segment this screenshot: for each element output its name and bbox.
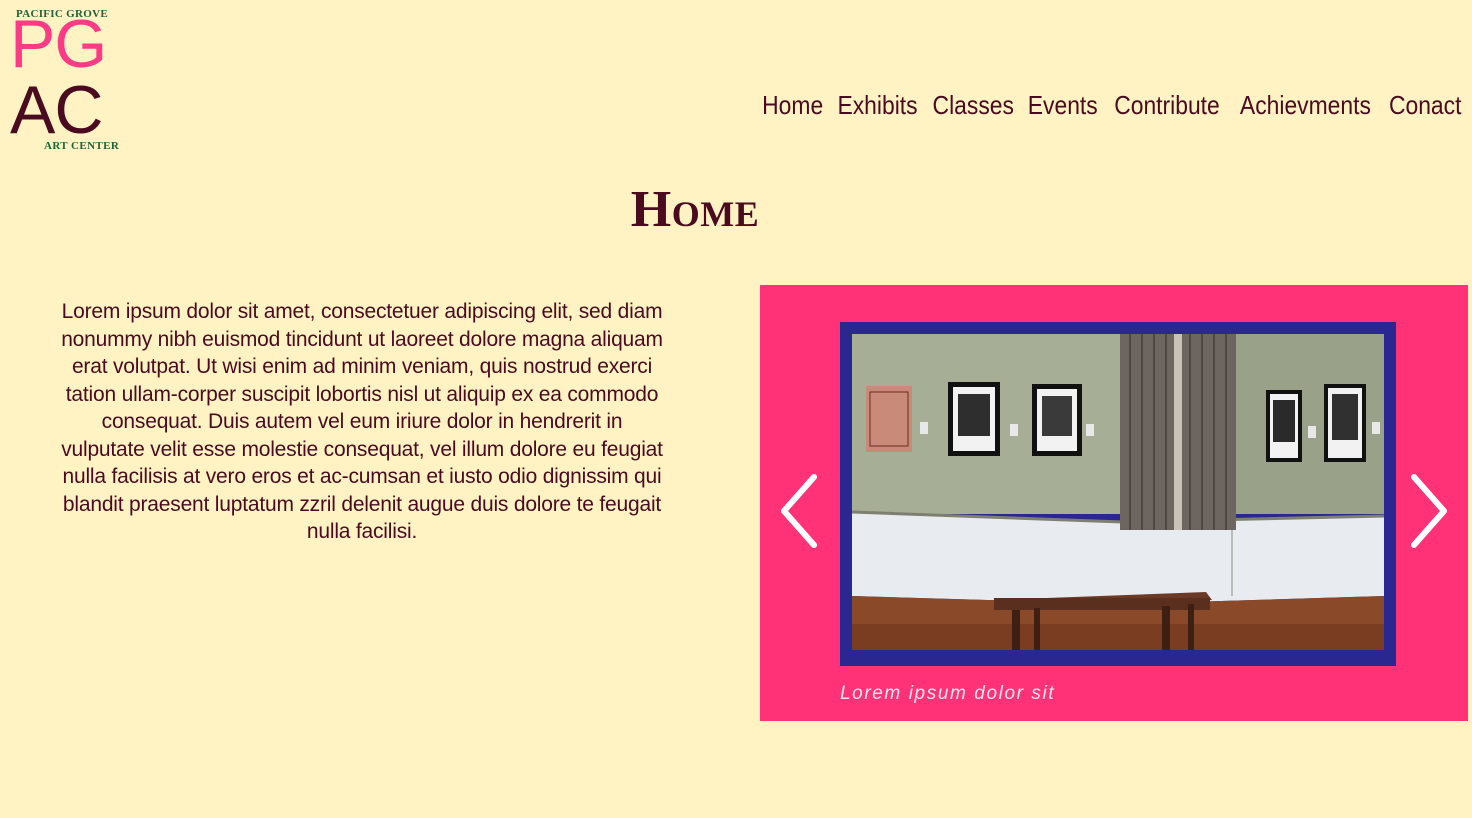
- page-title: Home: [630, 181, 760, 238]
- carousel-prev-button[interactable]: [774, 471, 822, 551]
- site-logo[interactable]: PACIFIC GROVE PG AC ART CENTER: [10, 6, 132, 156]
- logo-ac: AC: [10, 72, 103, 148]
- carousel-next-button[interactable]: [1406, 471, 1454, 551]
- nav-contribute[interactable]: Contribute: [1114, 90, 1220, 121]
- logo-bottom-text: ART CENTER: [44, 140, 120, 152]
- nav-exhibits[interactable]: Exhibits: [837, 90, 917, 121]
- nav-conact[interactable]: Conact: [1389, 90, 1462, 121]
- logo-pg: PG: [10, 6, 107, 82]
- carousel-frame: [840, 322, 1396, 666]
- chevron-right-icon: [1411, 474, 1447, 548]
- intro-text: Lorem ipsum dolor sit amet, consectetuer…: [61, 300, 663, 543]
- gallery-photo: [852, 334, 1384, 650]
- nav-achievments[interactable]: Achievments: [1240, 90, 1371, 121]
- chevron-left-icon: [781, 474, 817, 548]
- image-carousel: Lorem ipsum dolor sit: [760, 285, 1468, 721]
- nav-classes[interactable]: Classes: [932, 90, 1013, 121]
- nav-events[interactable]: Events: [1028, 90, 1098, 121]
- carousel-caption: Lorem ipsum dolor sit: [840, 683, 1056, 704]
- nav-home[interactable]: Home: [763, 90, 824, 121]
- main-nav: Home Exhibits Classes Events Contribute …: [758, 90, 1466, 121]
